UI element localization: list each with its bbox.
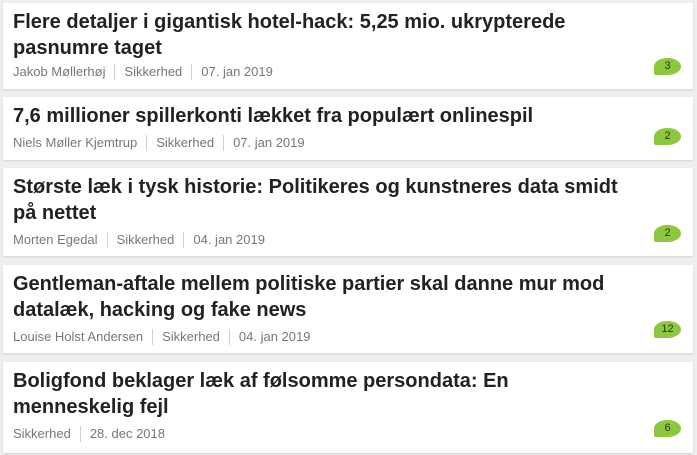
article-author[interactable]: Jakob Møllerhøj — [13, 64, 114, 80]
article-card[interactable]: Gentleman-aftale mellem politiske partie… — [3, 265, 693, 353]
comment-count-badge[interactable]: 2 — [654, 128, 681, 145]
article-title[interactable]: Boligfond beklager læk af følsomme perso… — [13, 368, 633, 420]
article-date: 04. jan 2019 — [183, 232, 274, 248]
comment-count-badge[interactable]: 2 — [654, 225, 681, 242]
article-date: 07. jan 2019 — [223, 135, 314, 151]
article-meta: Niels Møller Kjemtrup Sikkerhed 07. jan … — [13, 135, 314, 151]
article-title[interactable]: Største læk i tysk historie: Politikeres… — [13, 174, 633, 226]
article-meta: Jakob Møllerhøj Sikkerhed 07. jan 2019 — [13, 64, 282, 80]
article-card[interactable]: 7,6 millioner spillerkonti lækket fra po… — [3, 97, 693, 160]
article-card[interactable]: Flere detaljer i gigantisk hotel-hack: 5… — [3, 3, 693, 89]
article-category[interactable]: Sikkerhed — [152, 329, 229, 345]
article-category[interactable]: Sikkerhed — [106, 232, 184, 248]
comment-count-badge[interactable]: 6 — [654, 420, 681, 437]
article-category[interactable]: Sikkerhed — [114, 64, 191, 80]
article-author[interactable]: Niels Møller Kjemtrup — [13, 135, 146, 151]
article-meta: Morten Egedal Sikkerhed 04. jan 2019 — [13, 232, 274, 248]
article-meta: Louise Holst Andersen Sikkerhed 04. jan … — [13, 329, 319, 345]
article-title[interactable]: Gentleman-aftale mellem politiske partie… — [13, 271, 633, 323]
article-date: 04. jan 2019 — [228, 329, 320, 345]
article-category[interactable]: Sikkerhed — [146, 135, 223, 151]
article-author[interactable]: Louise Holst Andersen — [13, 329, 152, 345]
article-category[interactable]: Sikkerhed — [13, 426, 80, 442]
comment-count-badge[interactable]: 3 — [654, 58, 681, 75]
article-date: 07. jan 2019 — [191, 64, 282, 80]
article-meta: Sikkerhed 28. dec 2018 — [13, 426, 174, 442]
article-title[interactable]: Flere detaljer i gigantisk hotel-hack: 5… — [13, 9, 633, 61]
comment-count-badge[interactable]: 12 — [654, 321, 681, 338]
article-author[interactable]: Morten Egedal — [13, 232, 107, 248]
article-card[interactable]: Største læk i tysk historie: Politikeres… — [3, 168, 693, 256]
article-list: Flere detaljer i gigantisk hotel-hack: 5… — [0, 0, 697, 455]
article-date: 28. dec 2018 — [79, 426, 174, 442]
article-card[interactable]: Boligfond beklager læk af følsomme perso… — [3, 362, 693, 453]
article-title[interactable]: 7,6 millioner spillerkonti lækket fra po… — [13, 103, 633, 129]
